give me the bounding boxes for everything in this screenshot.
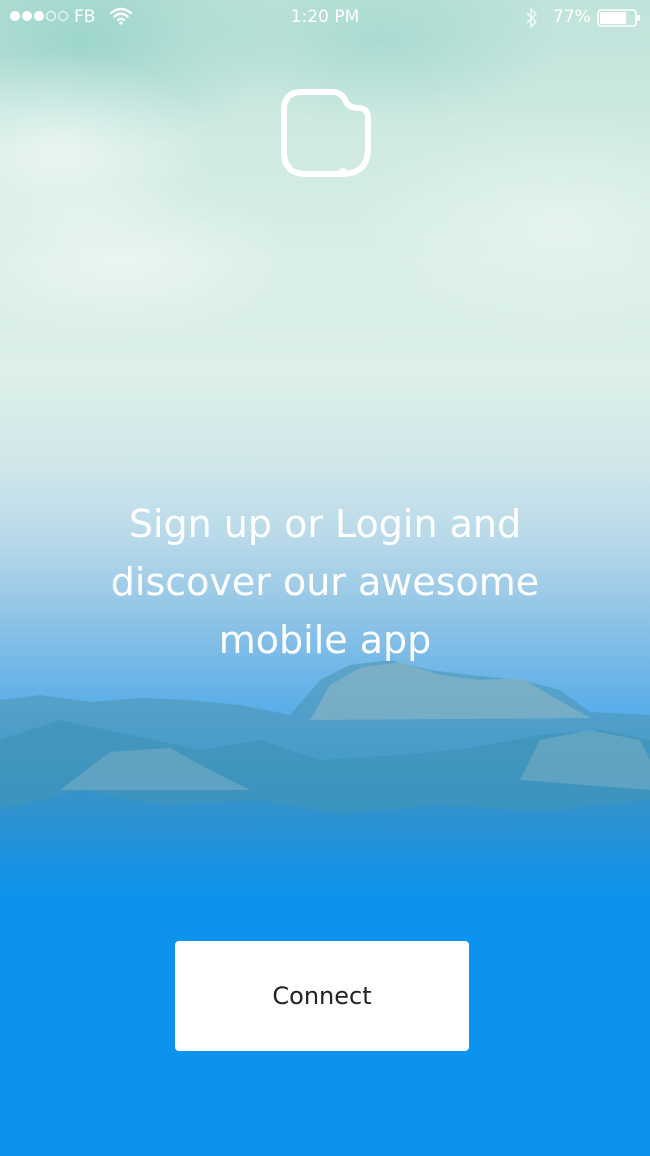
onboarding-screen: FB 1:20 PM 77% Sign up or Login and disc… (0, 0, 650, 1156)
welcome-headline: Sign up or Login and discover our awesom… (60, 495, 590, 669)
headline-line: mobile app (218, 618, 432, 662)
battery-percent: 77% (553, 7, 591, 27)
app-logo-icon (281, 89, 371, 177)
connect-button[interactable]: Connect (175, 941, 469, 1051)
bluetooth-icon (526, 8, 537, 28)
sky-background (0, 0, 650, 560)
status-bar: FB 1:20 PM 77% (0, 0, 650, 36)
battery-icon (597, 9, 640, 27)
headline-line: discover our awesome (110, 560, 540, 604)
headline-line: Sign up or Login and (128, 502, 522, 546)
bottom-fade (0, 800, 650, 920)
